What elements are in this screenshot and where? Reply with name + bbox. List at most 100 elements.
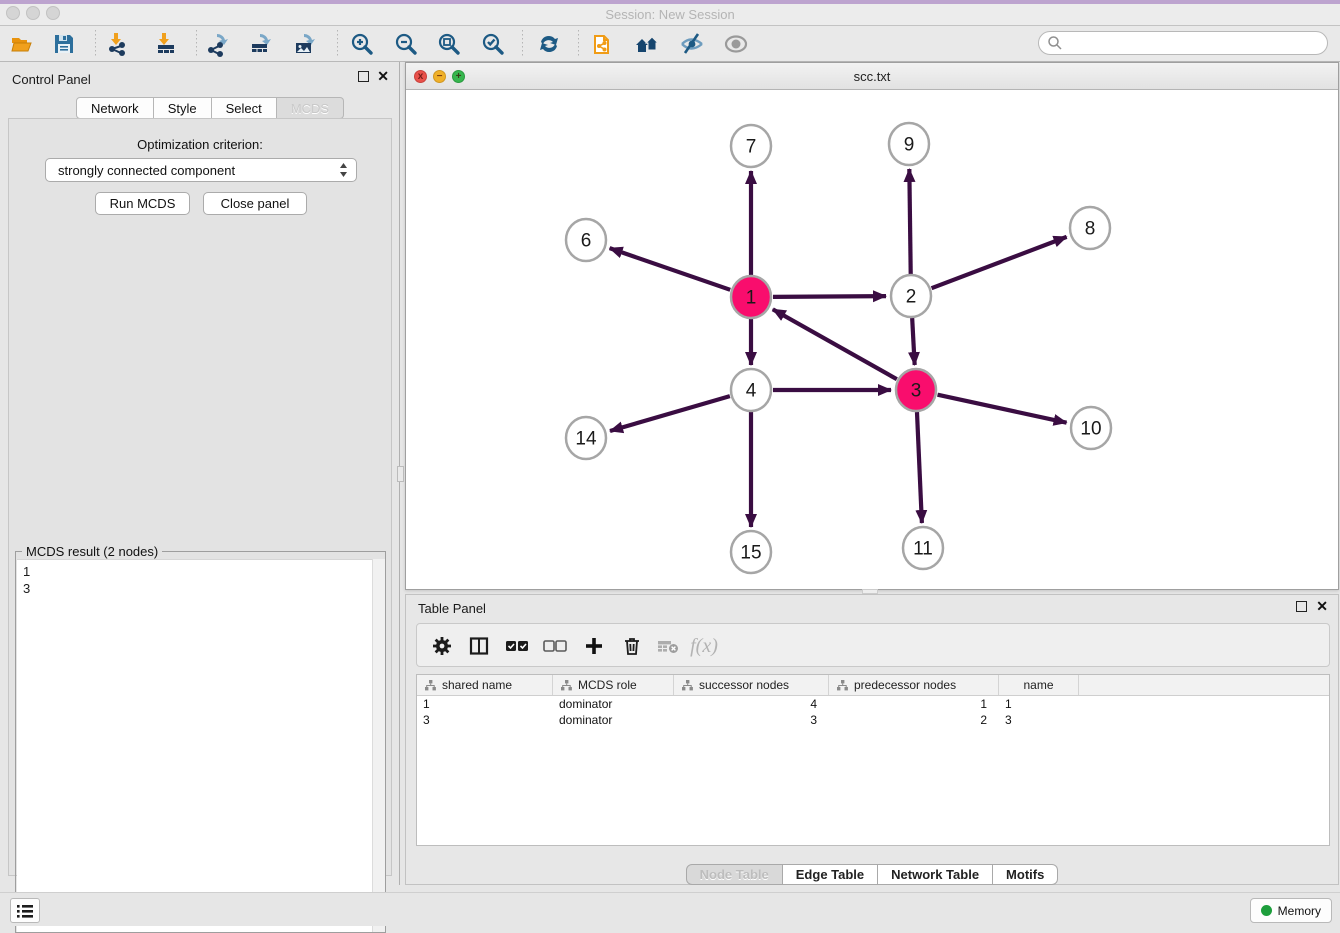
- task-history-button[interactable]: [10, 898, 40, 923]
- select-all-columns-icon[interactable]: [504, 633, 530, 659]
- run-mcds-button[interactable]: Run MCDS: [95, 192, 190, 215]
- table-panel: Table Panel ✕ f(x) shared nameMCDS ro: [405, 594, 1339, 885]
- node-label: 14: [575, 429, 597, 450]
- new-network-from-selection-icon[interactable]: [590, 30, 618, 58]
- function-builder-icon[interactable]: f(x): [691, 633, 717, 659]
- tab-select[interactable]: Select: [212, 97, 277, 119]
- table-panel-title: Table Panel: [418, 601, 486, 616]
- export-network-icon[interactable]: [204, 30, 232, 58]
- tab-motifs[interactable]: Motifs: [993, 864, 1058, 885]
- close-panel-button[interactable]: Close panel: [203, 192, 307, 215]
- tab-network[interactable]: Network: [76, 97, 154, 119]
- column-header-shared-name[interactable]: shared name: [417, 675, 553, 695]
- table-cell[interactable]: 3: [999, 712, 1079, 728]
- table-tabs: Node Table Edge Table Network Table Moti…: [406, 864, 1338, 885]
- import-network-icon[interactable]: [104, 30, 132, 58]
- task-list-icon: [16, 903, 34, 919]
- node-label: 15: [740, 543, 761, 564]
- column-type-icon: [682, 680, 693, 691]
- toolbar-separator: [578, 30, 579, 58]
- optimization-criterion-select[interactable]: strongly connected component: [45, 158, 357, 182]
- zoom-fit-icon[interactable]: [435, 30, 463, 58]
- toolbar-separator: [522, 30, 523, 58]
- network-canvas[interactable]: 1234678910111415: [406, 90, 1338, 589]
- column-label: shared name: [442, 678, 512, 692]
- node-label: 11: [913, 539, 933, 560]
- mcds-result-title: MCDS result (2 nodes): [22, 544, 162, 559]
- table-cell[interactable]: 3: [417, 712, 553, 728]
- table-cell[interactable]: 4: [674, 696, 829, 712]
- column-header-predecessor-nodes[interactable]: predecessor nodes: [829, 675, 999, 695]
- close-panel-icon[interactable]: ✕: [1316, 601, 1328, 612]
- import-table-icon[interactable]: [152, 30, 180, 58]
- zoom-out-icon[interactable]: [392, 30, 420, 58]
- result-scrollbar[interactable]: [372, 559, 385, 932]
- edge-2-8[interactable]: [932, 237, 1067, 288]
- search-box[interactable]: [1038, 31, 1328, 55]
- export-image-icon[interactable]: [291, 30, 319, 58]
- toolbar-separator: [337, 30, 338, 58]
- delete-column-icon[interactable]: [619, 633, 645, 659]
- float-panel-icon[interactable]: [358, 71, 369, 82]
- table-cell[interactable]: 1: [829, 696, 999, 712]
- edge-1-2[interactable]: [773, 296, 886, 297]
- toolbar-separator: [95, 30, 96, 58]
- optimization-criterion-label: Optimization criterion:: [9, 137, 391, 152]
- gear-icon[interactable]: [429, 633, 455, 659]
- table-cell[interactable]: 3: [674, 712, 829, 728]
- control-panel-tabs: Network Style Select MCDS: [76, 97, 344, 119]
- control-panel-title: Control Panel: [12, 72, 91, 87]
- column-type-icon: [837, 680, 848, 691]
- delete-table-icon[interactable]: [655, 633, 681, 659]
- table-cell[interactable]: 1: [417, 696, 553, 712]
- node-label: 1: [746, 288, 757, 309]
- close-panel-icon[interactable]: ✕: [377, 71, 389, 82]
- hide-selected-icon[interactable]: [678, 30, 706, 58]
- network-view-window: x − + scc.txt 1234678910111415: [405, 62, 1339, 590]
- unselect-all-columns-icon[interactable]: [542, 633, 568, 659]
- edge-4-14[interactable]: [610, 396, 730, 431]
- network-window-titlebar[interactable]: x − + scc.txt: [406, 63, 1338, 90]
- edge-3-11[interactable]: [917, 412, 922, 523]
- table-cell[interactable]: dominator: [553, 696, 674, 712]
- export-table-icon[interactable]: [247, 30, 275, 58]
- table-header-row: shared name MCDS rolesuccessor nodesprede…: [417, 675, 1329, 696]
- memory-button[interactable]: Memory: [1250, 898, 1332, 923]
- column-header-successor-nodes[interactable]: successor nodes: [674, 675, 829, 695]
- table-toolbar: f(x): [416, 623, 1330, 667]
- memory-status-icon: [1261, 905, 1272, 916]
- node-table[interactable]: shared name MCDS rolesuccessor nodesprede…: [416, 674, 1330, 846]
- tab-mcds[interactable]: MCDS: [277, 97, 344, 119]
- table-cell[interactable]: 2: [829, 712, 999, 728]
- edge-2-3[interactable]: [912, 318, 915, 365]
- tab-network-table[interactable]: Network Table: [878, 864, 993, 885]
- edge-3-1[interactable]: [773, 309, 897, 379]
- save-session-icon[interactable]: [50, 30, 78, 58]
- table-cell[interactable]: dominator: [553, 712, 674, 728]
- mcds-result-list[interactable]: 1 3: [17, 559, 385, 932]
- tab-node-table[interactable]: Node Table: [686, 864, 783, 885]
- first-neighbors-icon[interactable]: [634, 30, 662, 58]
- edge-3-10[interactable]: [937, 395, 1066, 423]
- open-session-icon[interactable]: [8, 30, 36, 58]
- add-column-icon[interactable]: [581, 633, 607, 659]
- tab-style[interactable]: Style: [154, 97, 212, 119]
- zoom-selected-icon[interactable]: [479, 30, 507, 58]
- node-label: 3: [911, 381, 922, 402]
- column-header-MCDS-role[interactable]: MCDS role: [553, 675, 674, 695]
- edge-2-9[interactable]: [909, 169, 910, 274]
- float-panel-icon[interactable]: [1296, 601, 1307, 612]
- split-columns-icon[interactable]: [466, 633, 492, 659]
- table-row[interactable]: 3dominator323: [417, 712, 1329, 728]
- show-graphics-details-icon[interactable]: [722, 30, 750, 58]
- vertical-splitter-handle[interactable]: [397, 466, 404, 482]
- search-input[interactable]: [1063, 33, 1327, 53]
- edge-1-6[interactable]: [610, 248, 731, 290]
- table-cell[interactable]: 1: [999, 696, 1079, 712]
- tab-edge-table[interactable]: Edge Table: [783, 864, 878, 885]
- network-graph[interactable]: 1234678910111415: [406, 90, 1338, 589]
- column-header-name[interactable]: name: [999, 675, 1079, 695]
- apply-layout-icon[interactable]: [535, 30, 563, 58]
- zoom-in-icon[interactable]: [348, 30, 376, 58]
- table-row[interactable]: 1dominator411: [417, 696, 1329, 712]
